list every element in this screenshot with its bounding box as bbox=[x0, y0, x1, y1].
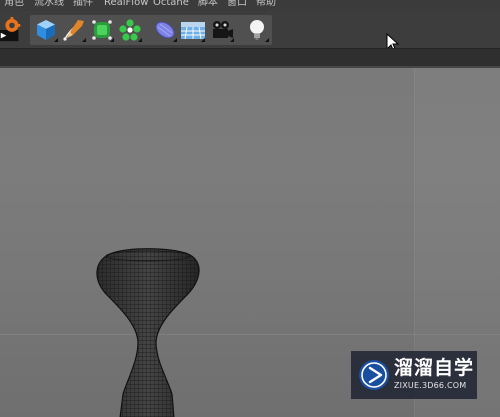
deformer-button[interactable] bbox=[152, 17, 178, 43]
render-settings-button[interactable] bbox=[0, 17, 26, 45]
watermark-url: ZIXUE.3D66.COM bbox=[394, 381, 467, 390]
menu-window[interactable]: 窗口 bbox=[227, 0, 247, 9]
menu-pipeline[interactable]: 流水线 bbox=[34, 0, 64, 9]
primitive-tool-group bbox=[30, 15, 272, 45]
play-logo-icon bbox=[359, 360, 389, 390]
cloner-button[interactable] bbox=[117, 17, 143, 43]
menu-plugins[interactable]: 插件 bbox=[73, 0, 93, 9]
pen-spline-button[interactable] bbox=[61, 17, 87, 43]
menu-script[interactable]: 脚本 bbox=[198, 0, 218, 9]
floor-horizon-line bbox=[0, 334, 500, 335]
menu-help[interactable]: 帮助 bbox=[256, 0, 276, 9]
watermark-badge: 溜溜自学 ZIXUE.3D66.COM bbox=[351, 351, 477, 399]
render-settings-icon bbox=[0, 17, 21, 42]
subdivision-button[interactable] bbox=[89, 17, 115, 43]
lathe-mesh-object[interactable] bbox=[90, 248, 205, 417]
palette-bar bbox=[0, 48, 500, 66]
floor-button[interactable] bbox=[180, 17, 206, 43]
main-toolbar bbox=[0, 11, 500, 48]
camera-button[interactable] bbox=[209, 17, 235, 43]
menu-character[interactable]: 角色 bbox=[4, 0, 24, 9]
menu-realflow[interactable]: RealFlow bbox=[104, 0, 148, 9]
menu-bar: 角色 流水线 插件 RealFlow Octane 脚本 窗口 帮助 bbox=[0, 0, 500, 11]
menu-octane[interactable]: Octane bbox=[153, 0, 189, 9]
cube-button[interactable] bbox=[33, 17, 59, 43]
watermark-title: 溜溜自学 bbox=[394, 357, 475, 379]
light-button[interactable] bbox=[244, 17, 270, 43]
